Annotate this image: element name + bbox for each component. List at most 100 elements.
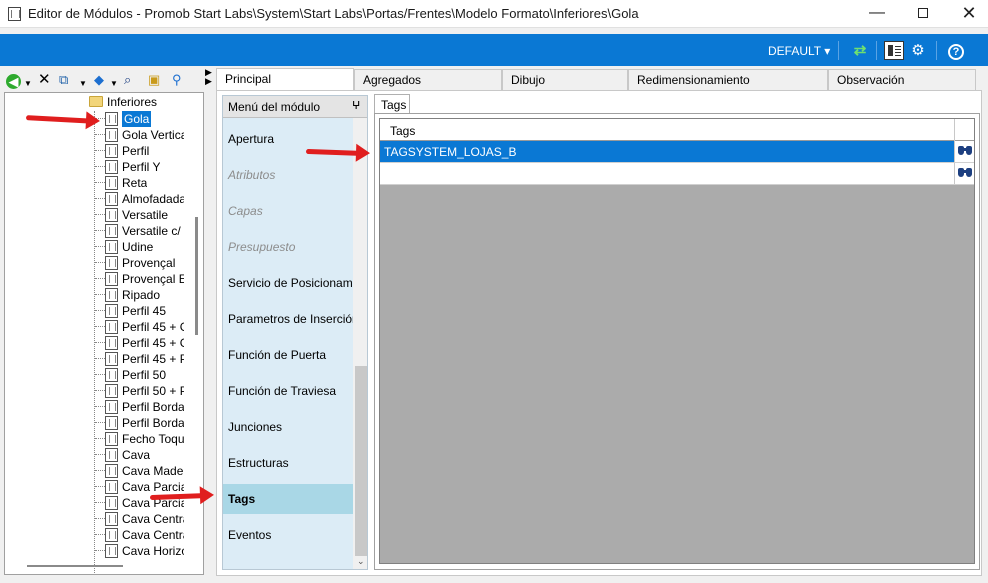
copy-icon[interactable]: ⧉ bbox=[59, 72, 68, 88]
tree-connector bbox=[95, 246, 105, 247]
scroll-down-icon[interactable]: ⌄ bbox=[357, 556, 365, 567]
find-icon[interactable]: ⌕ bbox=[124, 72, 131, 88]
ribbon-separator bbox=[838, 41, 839, 60]
tree-item[interactable]: Perfil bbox=[95, 143, 149, 159]
module-menu-item[interactable]: Servicio de Posicionamiento bbox=[223, 268, 353, 298]
module-icon bbox=[105, 368, 118, 382]
copy-dropdown-icon[interactable]: ▼ bbox=[79, 76, 87, 92]
tree-item[interactable]: Cava Centra bbox=[95, 527, 184, 543]
view-icon[interactable] bbox=[884, 41, 904, 60]
tree-item[interactable]: Perfil 45 + G bbox=[95, 319, 184, 335]
module-icon bbox=[105, 240, 118, 254]
module-menu-scrollbar[interactable]: ⌄ bbox=[353, 118, 367, 569]
tree-connector bbox=[95, 518, 105, 519]
bookmark-dropdown-icon[interactable]: ▼ bbox=[110, 76, 118, 92]
tab-agregados[interactable]: Agregados bbox=[354, 69, 502, 90]
column-header-tags[interactable]: Tags bbox=[390, 124, 415, 138]
bookmark-icon[interactable]: ◆ bbox=[94, 72, 104, 88]
tree-item[interactable]: Fecho Toque bbox=[95, 431, 184, 447]
tab-dibujo[interactable]: Dibujo bbox=[502, 69, 628, 90]
module-menu-item[interactable]: Junciones bbox=[223, 412, 353, 442]
delete-icon[interactable]: ✕ bbox=[38, 72, 51, 88]
app-icon bbox=[8, 7, 21, 21]
tree-item[interactable]: Perfil 45 bbox=[95, 303, 166, 319]
table-row[interactable]: TAGSYSTEM_LOJAS_B bbox=[380, 141, 974, 163]
tree-connector bbox=[95, 390, 105, 391]
module-icon bbox=[105, 208, 118, 222]
back-dropdown-icon[interactable]: ▼ bbox=[24, 76, 32, 92]
tree-connector bbox=[95, 374, 105, 375]
tree-item[interactable]: Gola bbox=[95, 111, 152, 127]
module-menu-item[interactable]: Función de Puerta bbox=[223, 340, 353, 370]
tree-item-label: Versatile c/ I bbox=[122, 224, 184, 238]
pin-icon[interactable]: ⵖ bbox=[352, 99, 360, 112]
tree-horizontal-scrollbar[interactable] bbox=[27, 565, 123, 567]
module-icon bbox=[105, 480, 118, 494]
tag-cell[interactable]: TAGSYSTEM_LOJAS_B bbox=[380, 141, 954, 162]
tree-item[interactable]: Perfil 45 + G bbox=[95, 335, 184, 351]
tree-item[interactable]: Versatile bbox=[95, 207, 168, 223]
table-row[interactable] bbox=[380, 163, 974, 185]
grid-header: Tags bbox=[380, 119, 974, 141]
tree-root[interactable]: Inferiores bbox=[89, 95, 157, 111]
settings-icon[interactable]: ⚙ bbox=[908, 41, 928, 60]
tree-item[interactable]: Reta bbox=[95, 175, 147, 191]
tree-toolbar: ◀ ▼ ✕ ⧉ ▼ ◆ ▼ ⌕ ▣ ⚲ bbox=[4, 70, 200, 90]
tree-connector bbox=[95, 342, 105, 343]
tree-vertical-scrollbar[interactable] bbox=[195, 217, 198, 335]
scrollbar-thumb[interactable] bbox=[355, 366, 367, 556]
tree-connector bbox=[95, 262, 105, 263]
module-icon bbox=[105, 464, 118, 478]
tree-item[interactable]: Perfil Y bbox=[95, 159, 160, 175]
tree-item[interactable]: Perfil Borda bbox=[95, 399, 184, 415]
module-icon bbox=[105, 528, 118, 542]
help-icon[interactable]: ? bbox=[946, 41, 966, 60]
tag-lookup-button[interactable] bbox=[954, 163, 974, 184]
tree-item[interactable]: Ripado bbox=[95, 287, 160, 303]
tree-item[interactable]: Perfil 50 bbox=[95, 367, 166, 383]
tree-item[interactable]: Cava Centra bbox=[95, 511, 184, 527]
tree-connector bbox=[95, 294, 105, 295]
tree-item[interactable]: Provençal Es bbox=[95, 271, 184, 287]
tag-lookup-button[interactable] bbox=[954, 141, 974, 162]
filter-icon[interactable]: ⚲ bbox=[172, 72, 182, 88]
tree-item[interactable]: Provençal bbox=[95, 255, 175, 271]
module-icon bbox=[105, 256, 118, 270]
module-menu-item[interactable]: Eventos bbox=[223, 520, 353, 550]
tree-item[interactable]: Perfil 45 + P bbox=[95, 351, 184, 367]
tree-connector bbox=[95, 198, 105, 199]
tree-item[interactable]: Cava bbox=[95, 447, 150, 463]
default-dropdown[interactable]: DEFAULT ▾ bbox=[768, 44, 830, 58]
folder-find-icon[interactable]: ▣ bbox=[148, 72, 160, 88]
tag-cell[interactable] bbox=[380, 163, 954, 184]
tree-item[interactable]: Cava Parcia bbox=[95, 479, 184, 495]
module-menu-item[interactable]: Parametros de Inserción bbox=[223, 304, 353, 334]
panel-splitter[interactable]: ▶ ▶ bbox=[205, 68, 215, 86]
module-menu-item[interactable]: Función de Traviesa bbox=[223, 376, 353, 406]
tree-connector bbox=[95, 358, 105, 359]
tree-item-label: Perfil 50 bbox=[122, 368, 167, 382]
tree-item[interactable]: Perfil 50 + P bbox=[95, 383, 184, 399]
tree-item[interactable]: Gola Vertica bbox=[95, 127, 184, 143]
module-menu-item[interactable]: Tags bbox=[223, 484, 353, 514]
close-button[interactable]: ✕ bbox=[946, 0, 988, 28]
maximize-button[interactable] bbox=[900, 0, 946, 28]
tree-item[interactable]: Versatile c/ I bbox=[95, 223, 184, 239]
module-icon bbox=[105, 192, 118, 206]
subtab-tags[interactable]: Tags bbox=[374, 94, 410, 114]
tree-item-label: Perfil Borda bbox=[122, 416, 184, 430]
tree-item[interactable]: Almofadada bbox=[95, 191, 184, 207]
tree-item[interactable]: Udine bbox=[95, 239, 153, 255]
tree-item[interactable]: Perfil Borda bbox=[95, 415, 184, 431]
tree-item[interactable]: Cava Horizo bbox=[95, 543, 184, 559]
tree-item-label: Reta bbox=[122, 176, 148, 190]
tab-observacion[interactable]: Observación bbox=[828, 69, 976, 90]
tab-redimensionamiento[interactable]: Redimensionamiento bbox=[628, 69, 828, 90]
tree-item[interactable]: Cava Madeir bbox=[95, 463, 184, 479]
module-menu-item[interactable]: Estructuras bbox=[223, 448, 353, 478]
refresh-icon[interactable]: ⇄ bbox=[850, 41, 870, 60]
minimize-button[interactable]: — bbox=[854, 0, 900, 28]
tree-item-label: Fecho Toque bbox=[122, 432, 184, 446]
tree-item-label: Cava bbox=[122, 448, 151, 462]
tab-principal[interactable]: Principal bbox=[216, 68, 354, 91]
